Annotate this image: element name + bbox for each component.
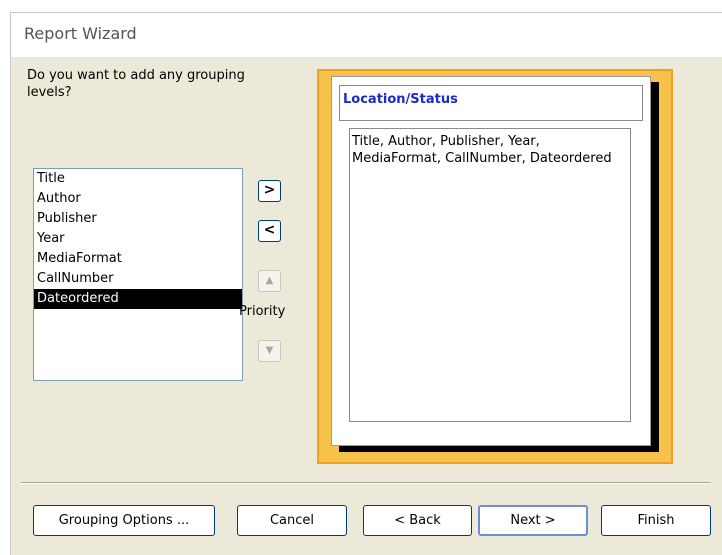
- grouping-preview: Location/Status Title, Author, Publisher…: [317, 69, 673, 464]
- grouping-question: Do you want to add any grouping levels?: [27, 68, 245, 100]
- detail-fields-label: Title, Author, Publisher, Year, MediaFor…: [352, 134, 612, 166]
- detail-fields-box: Title, Author, Publisher, Year, MediaFor…: [349, 128, 631, 422]
- priority-label: Priority: [239, 304, 286, 319]
- report-wizard-dialog: Report Wizard Do you want to add any gro…: [0, 0, 722, 555]
- priority-down-button[interactable]: ▼: [258, 340, 281, 362]
- add-grouping-button[interactable]: >: [258, 180, 281, 202]
- remove-grouping-button[interactable]: <: [258, 220, 281, 242]
- next-button[interactable]: Next >: [478, 505, 588, 536]
- window-title: Report Wizard: [24, 24, 137, 43]
- grouping-options-button[interactable]: Grouping Options ...: [33, 505, 215, 536]
- list-item[interactable]: Publisher: [34, 209, 242, 229]
- list-item[interactable]: MediaFormat: [34, 249, 242, 269]
- list-item[interactable]: Year: [34, 229, 242, 249]
- separator: [21, 482, 711, 484]
- list-item-selected[interactable]: Dateordered: [34, 289, 242, 309]
- list-item[interactable]: Author: [34, 189, 242, 209]
- list-item[interactable]: Title: [34, 169, 242, 189]
- available-fields-list[interactable]: Title Author Publisher Year MediaFormat …: [33, 168, 243, 381]
- finish-button[interactable]: Finish: [601, 505, 711, 536]
- group-header-label: Location/Status: [343, 92, 458, 107]
- down-triangle-icon: ▼: [265, 345, 274, 356]
- cancel-button[interactable]: Cancel: [237, 505, 347, 536]
- priority-up-button[interactable]: ▲: [258, 270, 281, 292]
- list-item[interactable]: CallNumber: [34, 269, 242, 289]
- title-bar: Report Wizard: [10, 12, 722, 58]
- group-header-box: Location/Status: [339, 85, 643, 121]
- wizard-body: Do you want to add any grouping levels? …: [10, 57, 722, 555]
- up-triangle-icon: ▲: [265, 275, 274, 286]
- back-button[interactable]: < Back: [363, 505, 472, 536]
- preview-page: Location/Status Title, Author, Publisher…: [331, 76, 651, 446]
